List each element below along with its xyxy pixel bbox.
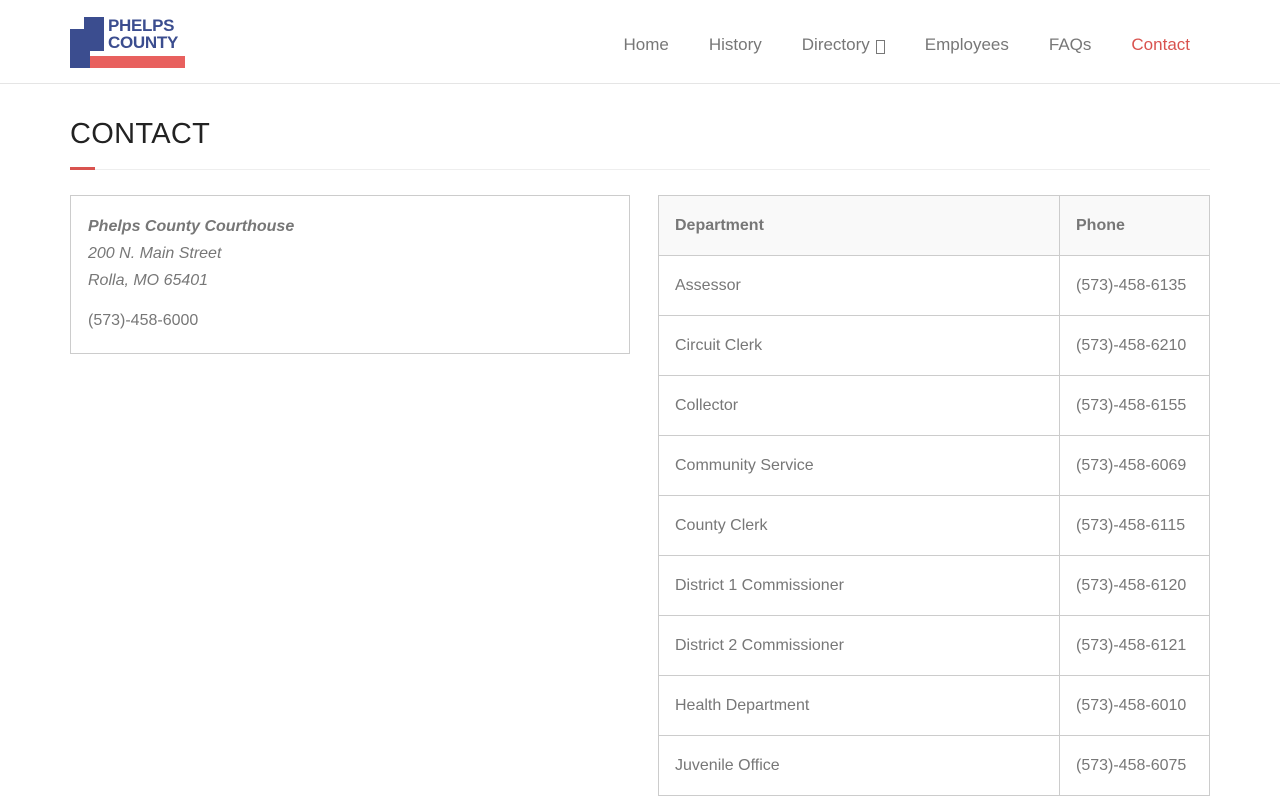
department-cell: Assessor: [658, 255, 1060, 316]
city-state-zip: Rolla, MO 65401: [88, 272, 209, 289]
street-address: 200 N. Main Street: [88, 245, 222, 262]
table-row: Health Department (573)-458-6010: [658, 675, 1210, 736]
department-cell: Community Service: [658, 435, 1060, 496]
phelps-county-logo[interactable]: PHELPS COUNTY: [70, 17, 186, 69]
phone-column-header: Phone: [1059, 195, 1210, 256]
courthouse-name: Phelps County Courthouse: [88, 218, 295, 235]
title-accent-bar: [70, 167, 95, 170]
department-phone-table: Department Phone Assessor (573)-458-6135 …: [658, 195, 1210, 796]
table-row: District 2 Commissioner (573)-458-6121: [658, 615, 1210, 676]
phone-cell: (573)-458-6135: [1059, 255, 1210, 316]
table-row: Collector (573)-458-6155: [658, 375, 1210, 436]
department-cell: Juvenile Office: [658, 735, 1060, 796]
courthouse-phone: (573)-458-6000: [88, 312, 199, 329]
nav-directory[interactable]: Directory: [802, 34, 885, 56]
table-row: District 1 Commissioner (573)-458-6120: [658, 555, 1210, 616]
nav-employees[interactable]: Employees: [925, 34, 1009, 56]
logo-red-bar: [90, 56, 185, 68]
table-row: County Clerk (573)-458-6115: [658, 495, 1210, 556]
table-row: Juvenile Office (573)-458-6075: [658, 735, 1210, 796]
department-column-header: Department: [658, 195, 1060, 256]
department-cell: Circuit Clerk: [658, 315, 1060, 376]
logo-line-2: COUNTY: [108, 33, 178, 52]
phone-cell: (573)-458-6155: [1059, 375, 1210, 436]
logo-line-1: PHELPS: [108, 16, 175, 35]
page-title: CONTACT: [70, 118, 211, 150]
phone-cell: (573)-458-6010: [1059, 675, 1210, 736]
phone-cell: (573)-458-6120: [1059, 555, 1210, 616]
main-nav: Home History Directory Employees FAQs Co…: [584, 34, 1191, 56]
nav-directory-label: Directory: [801, 35, 870, 54]
dropdown-caret-icon: [875, 39, 885, 54]
logo-text: PHELPS COUNTY: [108, 17, 178, 51]
phone-cell: (573)-458-6121: [1059, 615, 1210, 676]
table-row: Circuit Clerk (573)-458-6210: [658, 315, 1210, 376]
title-divider: [70, 169, 1210, 170]
phone-cell: (573)-458-6075: [1059, 735, 1210, 796]
nav-history-label: History: [708, 35, 762, 54]
department-cell: District 1 Commissioner: [658, 555, 1060, 616]
nav-contact-label: Contact: [1131, 35, 1190, 54]
nav-employees-label: Employees: [924, 35, 1009, 54]
nav-home-label: Home: [623, 35, 669, 54]
department-cell: County Clerk: [658, 495, 1060, 556]
address-block: Phelps County Courthouse 200 N. Main Str…: [88, 213, 294, 294]
table-header-row: Department Phone: [658, 195, 1210, 256]
nav-history[interactable]: History: [709, 34, 762, 56]
table-row: Assessor (573)-458-6135: [658, 255, 1210, 316]
courthouse-address-box: Phelps County Courthouse 200 N. Main Str…: [70, 195, 630, 354]
phone-cell: (573)-458-6210: [1059, 315, 1210, 376]
nav-contact[interactable]: Contact: [1131, 34, 1190, 56]
nav-faqs-label: FAQs: [1048, 35, 1092, 54]
site-header: PHELPS COUNTY Home History Directory Emp…: [0, 0, 1280, 84]
department-cell: Health Department: [658, 675, 1060, 736]
department-cell: Collector: [658, 375, 1060, 436]
nav-faqs[interactable]: FAQs: [1049, 34, 1092, 56]
nav-home[interactable]: Home: [624, 34, 669, 56]
phone-cell: (573)-458-6069: [1059, 435, 1210, 496]
phone-cell: (573)-458-6115: [1059, 495, 1210, 556]
department-cell: District 2 Commissioner: [658, 615, 1060, 676]
table-row: Community Service (573)-458-6069: [658, 435, 1210, 496]
